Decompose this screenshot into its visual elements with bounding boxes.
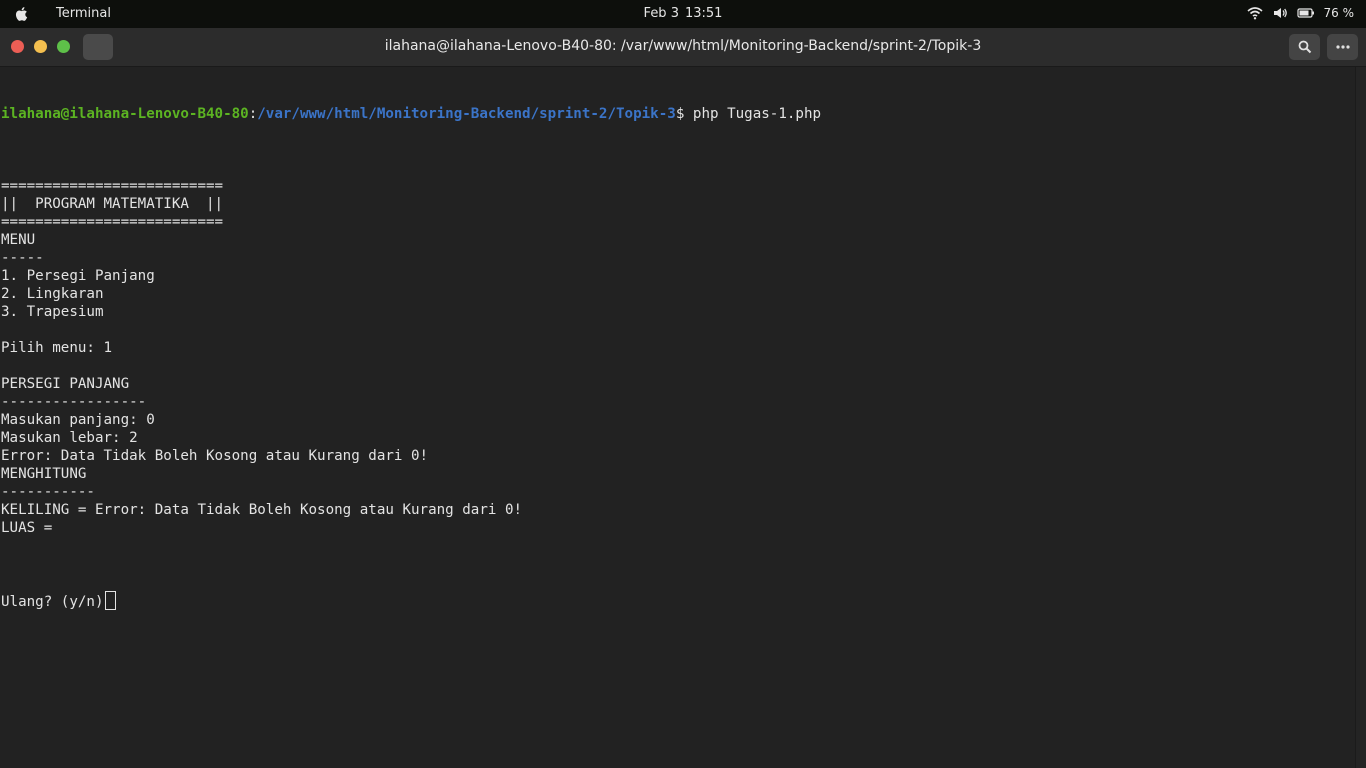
output-line: 1. Persegi Panjang: [1, 268, 155, 284]
output-line: Masukan lebar: 2: [1, 430, 138, 446]
window-title-bar[interactable]: ilahana@ilahana-Lenovo-B40-80: /var/www/…: [0, 28, 1366, 67]
output-line: LUAS =: [1, 520, 53, 536]
command-text: php Tugas-1.php: [692, 106, 822, 122]
output-line: PERSEGI PANJANG: [1, 376, 130, 392]
top-bar: Terminal Feb 3 13:51 76 %: [0, 0, 1366, 28]
date-label: Feb 3: [643, 6, 679, 21]
system-tray[interactable]: 76 %: [1246, 5, 1355, 21]
date-time[interactable]: Feb 3 13:51: [0, 6, 1366, 21]
output-line: Pilih menu: 1: [1, 340, 113, 356]
prompt-user: ilahana@ilahana-Lenovo-B40-80: [1, 106, 249, 122]
output-line: ==========================: [1, 214, 224, 230]
prompt-path: /var/www/html/Monitoring-Backend/sprint-…: [257, 106, 676, 122]
search-button[interactable]: [1289, 34, 1320, 60]
prompt-separator: :: [248, 106, 258, 122]
output-line: -----: [1, 250, 44, 266]
output-line: MENGHITUNG: [1, 466, 87, 482]
output-line: -----------------: [1, 394, 147, 410]
window-title: ilahana@ilahana-Lenovo-B40-80: /var/www/…: [384, 38, 982, 54]
program-output: ========================== || PROGRAM MAT…: [1, 159, 1356, 555]
input-prompt: Ulang? (y/n): [1, 594, 104, 610]
text-cursor: [104, 591, 116, 610]
terminal-output: ilahana@ilahana-Lenovo-B40-80:/var/www/h…: [0, 67, 1356, 645]
prompt-symbol: $: [675, 106, 693, 122]
output-line: || PROGRAM MATEMATIKA ||: [1, 196, 224, 212]
output-line: ==========================: [1, 178, 224, 194]
more-menu-icon: [1335, 45, 1350, 49]
time-label: 13:51: [684, 6, 723, 21]
output-line: Error: Data Tidak Boleh Kosong atau Kura…: [1, 448, 429, 464]
output-line: 2. Lingkaran: [1, 286, 104, 302]
terminal-view[interactable]: ilahana@ilahana-Lenovo-B40-80:/var/www/h…: [0, 67, 1356, 768]
wifi-icon[interactable]: [1246, 5, 1263, 21]
output-line: 3. Trapesium: [1, 304, 104, 320]
prompt-line: ilahana@ilahana-Lenovo-B40-80:/var/www/h…: [1, 105, 1356, 123]
menu-button[interactable]: [1327, 34, 1358, 60]
output-line: KELILING = Error: Data Tidak Boleh Koson…: [1, 502, 523, 518]
battery-icon[interactable]: [1296, 5, 1315, 21]
battery-percent: 76 %: [1323, 6, 1355, 20]
output-line: MENU: [1, 232, 36, 248]
input-line[interactable]: Ulang? (y/n): [1, 591, 1356, 610]
volume-icon[interactable]: [1272, 5, 1288, 21]
search-icon: [1298, 40, 1311, 54]
output-line: -----------: [1, 484, 95, 500]
terminal-scrollbar[interactable]: [1355, 67, 1366, 768]
output-line: Masukan panjang: 0: [1, 412, 155, 428]
